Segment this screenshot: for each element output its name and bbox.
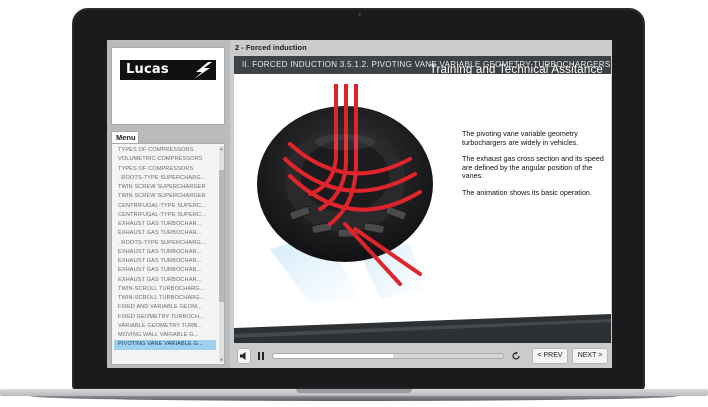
- base-bottom: [30, 396, 678, 401]
- laptop-base: [0, 389, 708, 407]
- prev-button[interactable]: < PREV: [532, 348, 568, 364]
- menu-list: TYPES OF COMPRESSORS VOLUMETRIC COMPRESSO…: [114, 146, 216, 350]
- volume-button[interactable]: [237, 348, 251, 364]
- scroll-up-icon[interactable]: ▲: [219, 146, 224, 151]
- lesson-content: II. FORCED INDUCTION 3.5.1.2. PIVOTING V…: [234, 56, 611, 343]
- description-paragraph: The animation shows its basic operation.: [462, 187, 592, 197]
- lightning-bolt-icon: [186, 60, 216, 80]
- progress-bar[interactable]: [272, 353, 504, 359]
- description: The pivoting vane variable geometry turb…: [462, 129, 604, 206]
- menu-item[interactable]: CENTRIFUGAL-TYPE SUPERC...: [114, 211, 216, 220]
- menu-tab[interactable]: Menu: [111, 131, 139, 143]
- menu-item[interactable]: EXHAUST GAS TURBOCHAR...: [114, 248, 216, 257]
- menu-item-active[interactable]: PIVOTING VANE VARIABLE G...: [114, 340, 216, 350]
- menu-item[interactable]: VOLUMETRIC COMPRESSORS: [114, 155, 216, 164]
- next-button[interactable]: NEXT >: [572, 348, 608, 364]
- replay-icon: [512, 351, 520, 360]
- menu-item[interactable]: TWIN SCREW SUPERCHARGER: [114, 183, 216, 192]
- menu-item[interactable]: VARIABLE GEOMETRY TURB...: [114, 322, 216, 331]
- menu-item[interactable]: TWIN SCREW SUPERCHARGER: [114, 192, 216, 201]
- menu-item[interactable]: EXHAUST GAS TURBOCHAR...: [114, 266, 216, 275]
- progress-fill: [273, 354, 393, 358]
- player-controls: < PREV NEXT >: [234, 346, 611, 366]
- menu-item[interactable]: EXHAUST GAS TURBOCHAR...: [114, 229, 216, 238]
- menu-item[interactable]: TWIN-SCROLL TURBOCHARG...: [114, 294, 216, 303]
- menu-item[interactable]: TYPES OF COMPRESSORS: [114, 165, 216, 174]
- menu-item[interactable]: CENTRIFUGAL-TYPE SUPERC...: [114, 202, 216, 211]
- menu-item[interactable]: FIXED AND VARIABLE GEOM...: [114, 303, 216, 312]
- footer-band: [234, 314, 611, 343]
- replay-button[interactable]: [509, 348, 523, 364]
- scroll-thumb[interactable]: [219, 170, 224, 302]
- menu-item[interactable]: . ROOTS-TYPE SUPERCHARG...: [114, 239, 216, 248]
- menu-item[interactable]: EXHAUST GAS TURBOCHAR...: [114, 276, 216, 285]
- menu-item[interactable]: EXHAUST GAS TURBOCHAR...: [114, 220, 216, 229]
- menu-item[interactable]: TYPES OF COMPRESSORS: [114, 146, 216, 155]
- logo-box: Lucas: [111, 47, 225, 125]
- description-paragraph: The exhaust gas cross section and its sp…: [462, 154, 604, 181]
- scroll-down-icon[interactable]: ▼: [219, 357, 224, 362]
- lucas-logo: Lucas: [120, 60, 216, 80]
- turbocharger-illustration: [257, 84, 433, 304]
- base-notch: [296, 389, 412, 393]
- logo-text: Lucas: [126, 62, 169, 77]
- app-screen: Lucas Menu TYPES OF COMPRESSORS VOLUMETRI…: [107, 40, 612, 368]
- pause-button[interactable]: [254, 348, 268, 364]
- menu-item[interactable]: EXHAUST GAS TURBOCHAR...: [114, 257, 216, 266]
- footer-title: Training and Technical Assitance: [429, 64, 603, 76]
- pause-icon: [258, 352, 264, 360]
- left-panel: Lucas Menu TYPES OF COMPRESSORS VOLUMETRI…: [107, 40, 230, 368]
- description-paragraph: The pivoting vane variable geometry turb…: [462, 129, 579, 147]
- menu-panel: TYPES OF COMPRESSORS VOLUMETRIC COMPRESSO…: [111, 143, 225, 365]
- menu-item[interactable]: FIXED GEOMETRY TURBOCH...: [114, 313, 216, 322]
- menu-item[interactable]: TWIN-SCROLL TURBOCHARG...: [114, 285, 216, 294]
- camera-dot: [358, 13, 361, 16]
- menu-item[interactable]: . ROOTS-TYPE SUPERCHARG...: [114, 174, 216, 183]
- menu-scrollbar[interactable]: ▲ ▼: [219, 146, 224, 362]
- volume-icon: [240, 352, 246, 360]
- breadcrumb: 2 - Forced induction: [235, 43, 307, 52]
- menu-item[interactable]: MOVING WALL VARIABLE G...: [114, 331, 216, 340]
